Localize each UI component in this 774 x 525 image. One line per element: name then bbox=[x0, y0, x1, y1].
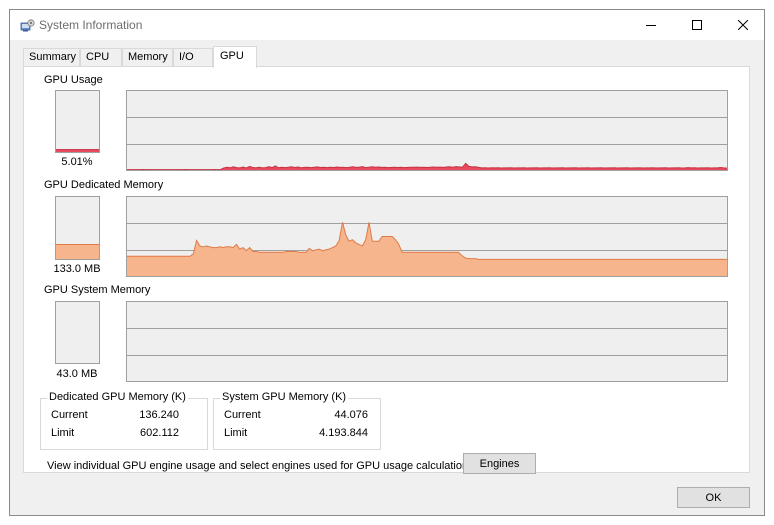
gpu-usage-meter-fill bbox=[56, 148, 99, 152]
dedicated-current-value: 136.240 bbox=[139, 409, 179, 421]
gpu-dedicated-memory-graph-plot bbox=[127, 222, 727, 276]
gpu-usage-graph-plot bbox=[127, 117, 727, 170]
dedicated-gpu-memory-title: Dedicated GPU Memory (K) bbox=[47, 391, 188, 403]
gpu-usage-graph bbox=[126, 90, 728, 171]
close-icon bbox=[738, 20, 748, 30]
minimize-button[interactable] bbox=[628, 10, 674, 40]
tab-cpu[interactable]: CPU bbox=[80, 48, 122, 67]
dedicated-gpu-memory-group: Dedicated GPU Memory (K) Current 136.240… bbox=[40, 391, 208, 450]
tab-gpu[interactable]: GPU bbox=[213, 46, 257, 68]
gpu-dedicated-memory-meter bbox=[55, 196, 100, 260]
system-gpu-memory-group: System GPU Memory (K) Current 44.076 Lim… bbox=[213, 391, 381, 450]
title-bar[interactable]: System Information bbox=[10, 10, 764, 40]
system-limit-value: 4.193.844 bbox=[319, 427, 368, 439]
system-current-label: Current bbox=[224, 409, 261, 421]
window-title: System Information bbox=[39, 18, 143, 32]
system-limit-label: Limit bbox=[224, 427, 248, 439]
gpu-usage-graph-area bbox=[127, 163, 727, 170]
gpu-system-memory-graph bbox=[126, 301, 728, 382]
close-button[interactable] bbox=[720, 10, 766, 40]
gpu-dedicated-memory-graph bbox=[126, 196, 728, 277]
ok-button[interactable]: OK bbox=[677, 487, 750, 508]
maximize-button[interactable] bbox=[674, 10, 720, 40]
gpu-system-memory-label: GPU System Memory bbox=[44, 284, 151, 296]
gpu-usage-label: GPU Usage bbox=[44, 74, 103, 86]
gpu-usage-value: 5.01% bbox=[61, 156, 93, 168]
minimize-icon bbox=[646, 25, 656, 26]
gpu-dedicated-memory-graph-area bbox=[127, 222, 727, 276]
dedicated-limit-label: Limit bbox=[51, 427, 75, 439]
dedicated-current-label: Current bbox=[51, 409, 88, 421]
gpu-system-memory-meter bbox=[55, 301, 100, 364]
engines-button[interactable]: Engines bbox=[463, 453, 536, 474]
gpu-tab-panel: GPU Usage 5.01% GPU Dedicated Memory 133… bbox=[23, 66, 750, 474]
system-information-window: System Information Summary CPU Memory I/… bbox=[9, 9, 765, 516]
dedicated-limit-value: 602.112 bbox=[140, 427, 179, 439]
gpu-system-memory-value: 43.0 MB bbox=[56, 368, 98, 380]
gpu-system-memory-graph-plot bbox=[127, 328, 727, 356]
app-icon bbox=[20, 19, 35, 32]
gpu-dedicated-memory-value: 133.0 MB bbox=[53, 263, 101, 275]
gpu-dedicated-memory-label: GPU Dedicated Memory bbox=[44, 179, 164, 191]
tab-summary[interactable]: Summary bbox=[23, 48, 80, 67]
gpu-usage-meter bbox=[55, 90, 100, 153]
tab-io[interactable]: I/O bbox=[173, 48, 213, 67]
maximize-icon bbox=[692, 20, 702, 30]
tab-memory[interactable]: Memory bbox=[122, 48, 173, 67]
system-gpu-memory-title: System GPU Memory (K) bbox=[220, 391, 349, 403]
system-current-value: 44.076 bbox=[334, 409, 368, 421]
engines-description: View individual GPU engine usage and sel… bbox=[47, 460, 477, 472]
gpu-dedicated-memory-meter-fill bbox=[56, 244, 99, 259]
